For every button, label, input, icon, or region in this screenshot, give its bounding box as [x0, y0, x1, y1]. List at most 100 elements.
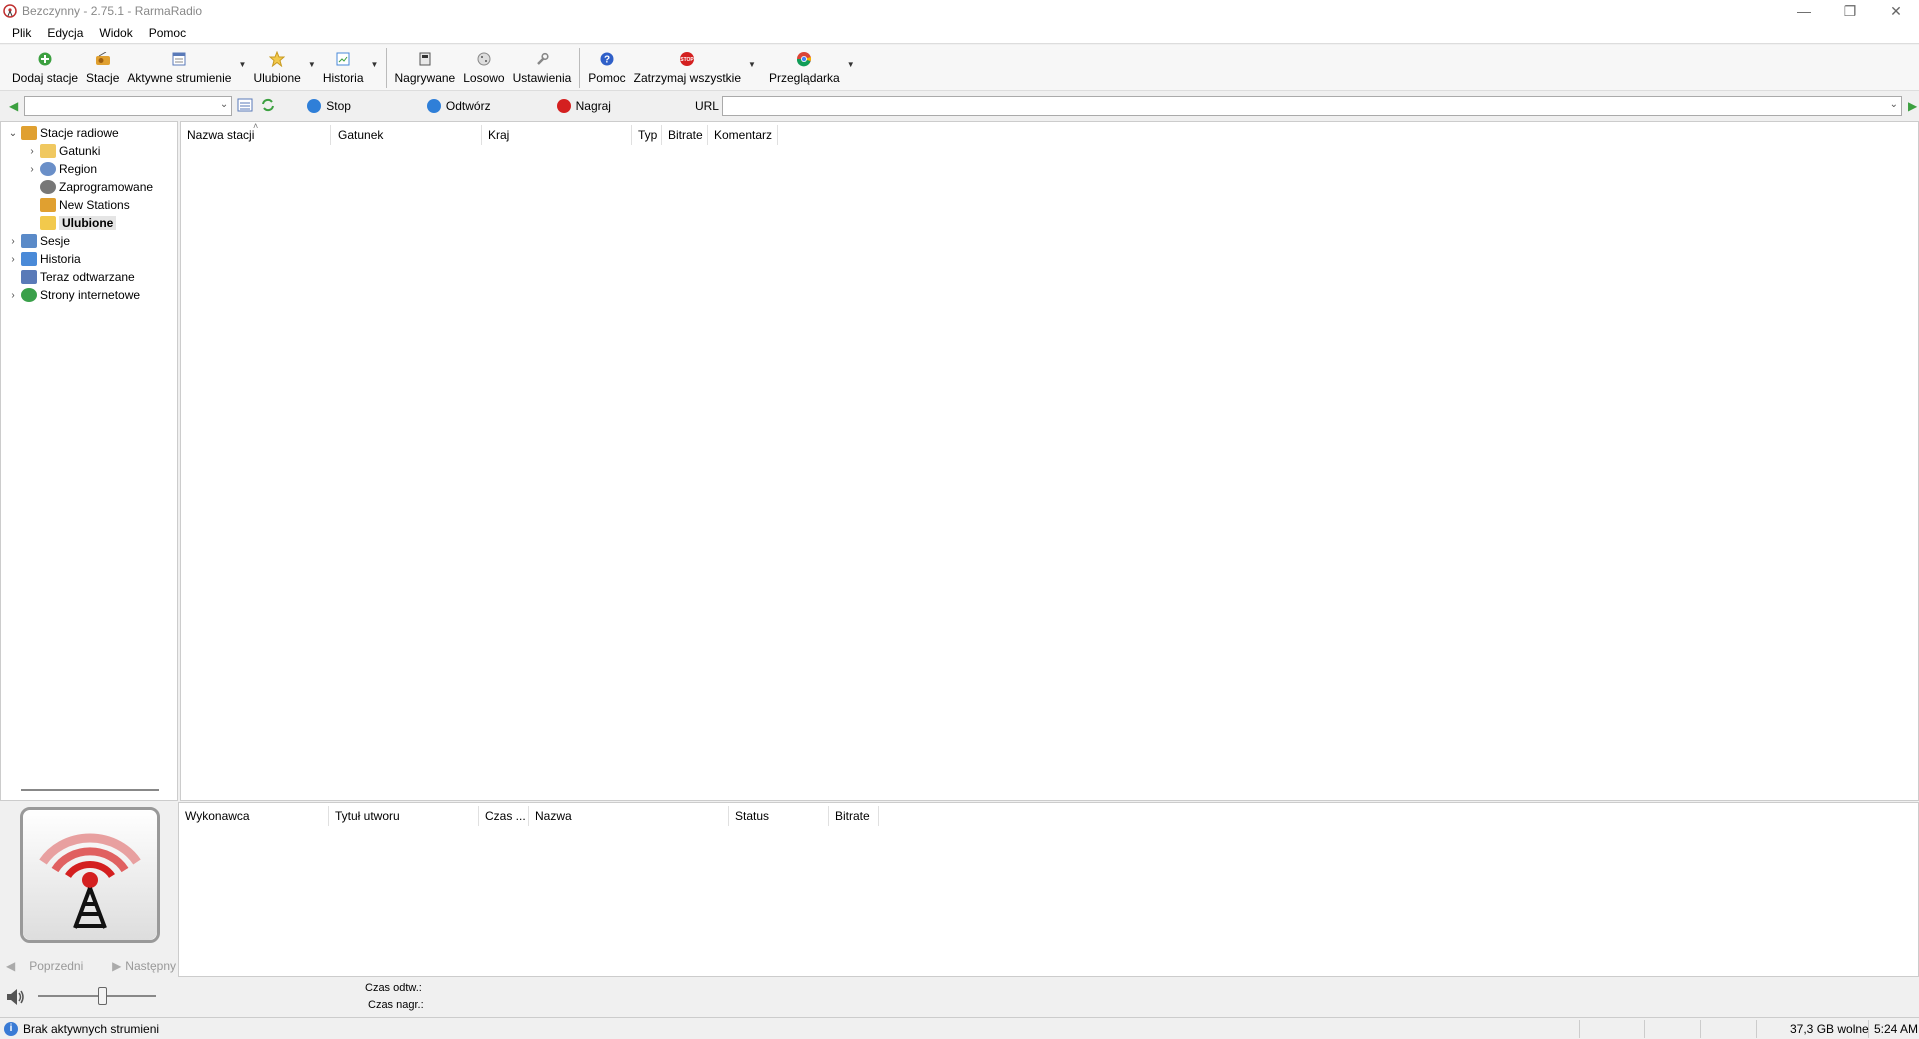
stop-all-button[interactable]: STOP Zatrzymaj wszystkie	[630, 45, 745, 89]
station-list[interactable]: Nazwa stacji ˄ Gatunek Kraj Typ Bitrate …	[180, 121, 1919, 801]
add-station-label: Dodaj stacje	[12, 71, 79, 85]
url-label: URL	[694, 99, 719, 113]
toolbar-separator	[385, 48, 387, 88]
tree-item-region[interactable]: › Region	[26, 160, 97, 178]
column-header-bitrate[interactable]: Bitrate	[829, 806, 879, 826]
radio-icon	[21, 126, 37, 140]
play-time-label: Czas odtw.:	[365, 982, 422, 994]
stop-label: Stop	[326, 99, 351, 113]
tree-item-new-stations[interactable]: New Stations	[26, 196, 130, 214]
column-header-nazwa[interactable]: Nazwa	[529, 806, 729, 826]
menu-bar: Plik Edycja Widok Pomoc	[0, 22, 1919, 44]
status-divider	[1579, 1020, 1580, 1038]
status-divider	[1700, 1020, 1701, 1038]
tree-item-strony-internetowe[interactable]: › Strony internetowe	[7, 286, 140, 304]
radio-icon	[40, 198, 56, 212]
station-combo[interactable]: ⌄	[24, 96, 233, 116]
stations-button[interactable]: Stacje	[82, 45, 123, 89]
minimize-button[interactable]: —	[1781, 0, 1827, 22]
clock-label: 5:24 AM	[1874, 1022, 1919, 1036]
list-window-icon	[170, 50, 188, 68]
status-message: Brak aktywnych strumieni	[23, 1021, 160, 1036]
recorded-label: Nagrywane	[394, 71, 456, 85]
disk-free-label: 37,3 GB wolne	[1790, 1022, 1869, 1036]
menu-widok[interactable]: Widok	[99, 26, 132, 40]
refresh-icon[interactable]	[261, 98, 275, 115]
recorded-button[interactable]: Nagrywane	[391, 45, 460, 89]
settings-label: Ustawienia	[512, 71, 572, 85]
tree-item-gatunki[interactable]: › Gatunki	[26, 142, 100, 160]
tree-item-ulubione[interactable]: Ulubione	[26, 214, 117, 232]
play-label: Odtwórz	[445, 99, 491, 113]
list-view-icon[interactable]	[237, 98, 253, 115]
maximize-button[interactable]: ❐	[1827, 0, 1873, 22]
random-label: Losowo	[463, 71, 505, 85]
url-input[interactable]: ⌄	[721, 96, 1902, 116]
chevron-down-icon: ⌄	[219, 99, 229, 110]
recorder-icon	[416, 50, 434, 68]
column-header-gatunek[interactable]: Gatunek	[332, 125, 482, 145]
speaker-icon[interactable]	[6, 988, 26, 1009]
column-header-nazwa-stacji[interactable]: Nazwa stacji ˄	[181, 121, 331, 145]
tree-item-sesje[interactable]: › Sesje	[7, 232, 70, 250]
tree-item-zaprogramowane[interactable]: Zaprogramowane	[26, 178, 153, 196]
panel-splitter[interactable]	[21, 789, 159, 791]
history-icon	[334, 50, 352, 68]
expand-icon[interactable]: ›	[7, 290, 19, 301]
volume-slider-track[interactable]	[38, 995, 156, 997]
column-header-kraj[interactable]: Kraj	[482, 125, 632, 145]
stop-button[interactable]: Stop	[307, 99, 351, 113]
browser-label: Przeglądarka	[769, 71, 840, 85]
menu-pomoc[interactable]: Pomoc	[149, 26, 186, 40]
back-arrow-icon[interactable]: ◀	[9, 99, 18, 113]
window-title: Bezczynny - 2.75.1 - RarmaRadio	[22, 4, 203, 18]
volume-slider-thumb[interactable]	[98, 987, 107, 1005]
record-button[interactable]: Nagraj	[556, 99, 611, 113]
star-icon	[40, 216, 56, 230]
volume-row: Czas odtw.: Czas nagr.:	[0, 978, 1919, 1016]
menu-plik[interactable]: Plik	[12, 26, 31, 40]
close-button[interactable]: ✕	[1873, 0, 1919, 22]
expand-icon[interactable]: ⌄	[7, 128, 19, 139]
expand-icon[interactable]: ›	[26, 164, 38, 175]
random-button[interactable]: Losowo	[459, 45, 508, 89]
column-header-bitrate[interactable]: Bitrate	[662, 125, 708, 145]
active-streams-button[interactable]: Aktywne strumienie	[123, 45, 235, 89]
record-time-label: Czas nagr.:	[368, 999, 424, 1011]
favorites-dropdown[interactable]: ▼	[305, 45, 319, 89]
expand-icon[interactable]: ›	[26, 146, 38, 157]
settings-button[interactable]: Ustawienia	[509, 45, 576, 89]
app-radio-icon	[3, 4, 17, 18]
history-dropdown[interactable]: ▼	[368, 45, 382, 89]
go-arrow-icon[interactable]: ▶	[1908, 99, 1917, 113]
add-station-button[interactable]: Dodaj stacje	[8, 45, 82, 89]
column-header-tytul-utworu[interactable]: Tytuł utworu	[329, 806, 479, 826]
browser-button[interactable]: Przeglądarka	[765, 45, 844, 89]
tree-item-teraz-odtwarzane[interactable]: Teraz odtwarzane	[7, 268, 135, 286]
address-row: ◀ ⌄ Stop Odtwórz Nagraj URL ⌄ ▶	[0, 92, 1919, 120]
column-header-typ[interactable]: Typ	[632, 125, 662, 145]
column-header-status[interactable]: Status	[729, 806, 829, 826]
help-button[interactable]: ? Pomoc	[584, 45, 629, 89]
help-icon: ?	[598, 50, 616, 68]
globe-icon	[40, 162, 56, 176]
active-streams-dropdown[interactable]: ▼	[235, 45, 249, 89]
favorites-button[interactable]: Ulubione	[249, 45, 304, 89]
expand-icon[interactable]: ›	[7, 236, 19, 247]
track-list[interactable]: Wykonawca Tytuł utworu Czas ... Nazwa St…	[178, 802, 1919, 977]
column-header-czas[interactable]: Czas ...	[479, 806, 529, 826]
tree-item-stacje-radiowe[interactable]: ⌄ Stacje radiowe	[7, 124, 119, 142]
previous-button[interactable]: ◀ Poprzedni	[6, 956, 83, 976]
stop-all-dropdown[interactable]: ▼	[745, 45, 759, 89]
chevron-right-icon: ▶	[112, 959, 122, 973]
browser-dropdown[interactable]: ▼	[844, 45, 858, 89]
column-header-komentarz[interactable]: Komentarz	[708, 125, 778, 145]
column-header-wykonawca[interactable]: Wykonawca	[179, 806, 329, 826]
next-button[interactable]: ▶ Następny	[112, 956, 176, 976]
play-button[interactable]: Odtwórz	[426, 99, 491, 113]
menu-edycja[interactable]: Edycja	[47, 26, 83, 40]
expand-icon[interactable]: ›	[7, 254, 19, 265]
stop-all-label: Zatrzymaj wszystkie	[633, 71, 741, 85]
tree-item-historia[interactable]: › Historia	[7, 250, 81, 268]
history-button[interactable]: Historia	[319, 45, 368, 89]
